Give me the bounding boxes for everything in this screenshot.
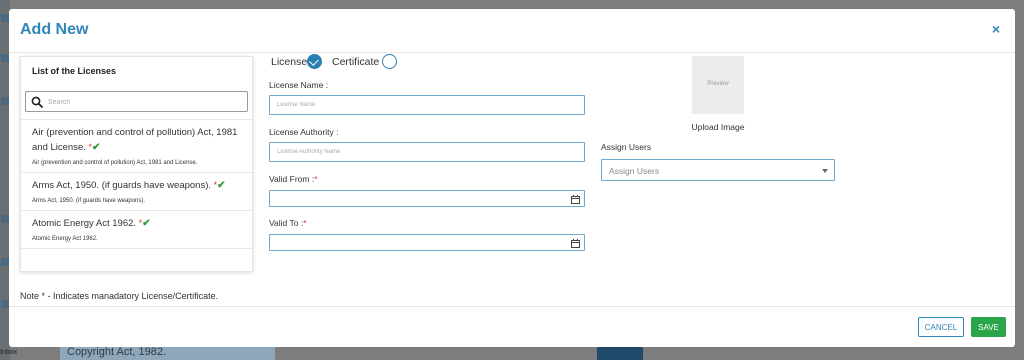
certificate-radio[interactable] [382, 54, 397, 69]
valid-to-label-text: Valid To : [269, 218, 304, 228]
licenses-list: Air (prevention and control of pollution… [21, 119, 252, 249]
required-marker: * [303, 218, 307, 228]
preview-text: Preview [707, 81, 729, 87]
assign-users-placeholder: Assign Users [609, 166, 660, 176]
sidebar-icon [1, 97, 9, 105]
sidebar-icon [1, 14, 9, 22]
license-item-title-text: Atomic Energy Act 1962. [32, 218, 137, 229]
required-marker: * [314, 174, 318, 184]
valid-from-input[interactable] [269, 190, 585, 207]
license-list-item[interactable]: Arms Act, 1950. (if guards have weapons)… [21, 173, 252, 211]
license-radio[interactable] [307, 54, 322, 69]
calendar-icon[interactable] [571, 239, 580, 248]
search-icon [31, 96, 43, 108]
upload-image-label[interactable]: Upload Image [677, 122, 759, 132]
valid-to-input[interactable] [269, 234, 585, 251]
chevron-down-icon [822, 169, 828, 173]
search-input[interactable] [48, 95, 243, 109]
calendar-icon[interactable] [571, 195, 580, 204]
sidebar-icon [1, 215, 9, 223]
background-inbox-label: Inbox [0, 349, 18, 356]
sidebar-icon [1, 54, 9, 62]
image-preview[interactable]: Preview [692, 56, 744, 114]
search-box[interactable] [25, 91, 248, 112]
add-new-modal: Add New × List of the Licenses Air (prev… [9, 9, 1015, 347]
license-item-title-text: Air (prevention and control of pollution… [32, 127, 238, 153]
license-name-input[interactable] [269, 95, 585, 115]
mandatory-note: Note * - Indicates manadatory License/Ce… [20, 291, 219, 301]
license-radio-label: License [271, 56, 308, 68]
license-item-subtitle: Air (prevention and control of pollution… [32, 160, 198, 166]
sidebar-icon [1, 258, 9, 266]
valid-from-label: Valid From :* [269, 174, 318, 184]
licenses-list-panel: List of the Licenses Air (prevention and… [20, 56, 253, 272]
modal-header: Add New × [9, 9, 1015, 53]
licenses-list-title: List of the Licenses [32, 66, 117, 76]
valid-from-label-text: Valid From : [269, 174, 315, 184]
cancel-button[interactable]: CANCEL [918, 317, 964, 337]
check-icon: ✔ [142, 218, 151, 229]
sidebar-icon [1, 300, 9, 308]
license-item-title: Air (prevention and control of pollution… [32, 125, 243, 155]
assign-users-label: Assign Users [601, 142, 652, 152]
certificate-radio-label: Certificate [332, 56, 380, 68]
license-item-title: Arms Act, 1950. (if guards have weapons)… [32, 178, 243, 193]
check-icon: ✔ [92, 142, 101, 153]
license-list-item[interactable]: Air (prevention and control of pollution… [21, 120, 252, 173]
modal-footer: CANCEL SAVE [9, 306, 1015, 347]
assign-users-select[interactable]: Assign Users [601, 159, 835, 181]
license-name-label: License Name : [269, 80, 329, 90]
background-card-text: Copyright Act, 1982. [67, 346, 167, 358]
background-button [597, 347, 643, 360]
check-icon: ✔ [217, 180, 226, 191]
close-icon[interactable]: × [992, 21, 1000, 37]
license-list-item[interactable]: Atomic Energy Act 1962. *✔ Atomic Energy… [21, 211, 252, 249]
license-item-title: Atomic Energy Act 1962. *✔ [32, 216, 243, 231]
modal-title: Add New [20, 21, 89, 38]
license-item-subtitle: Atomic Energy Act 1962. [32, 236, 98, 242]
valid-to-label: Valid To :* [269, 218, 307, 228]
license-authority-input[interactable] [269, 142, 585, 162]
license-item-subtitle: Arms Act, 1950. (if guards have weapons)… [32, 198, 146, 204]
license-authority-label: License Authority : [269, 127, 339, 137]
save-button[interactable]: SAVE [971, 317, 1006, 337]
license-item-title-text: Arms Act, 1950. (if guards have weapons)… [32, 180, 212, 191]
